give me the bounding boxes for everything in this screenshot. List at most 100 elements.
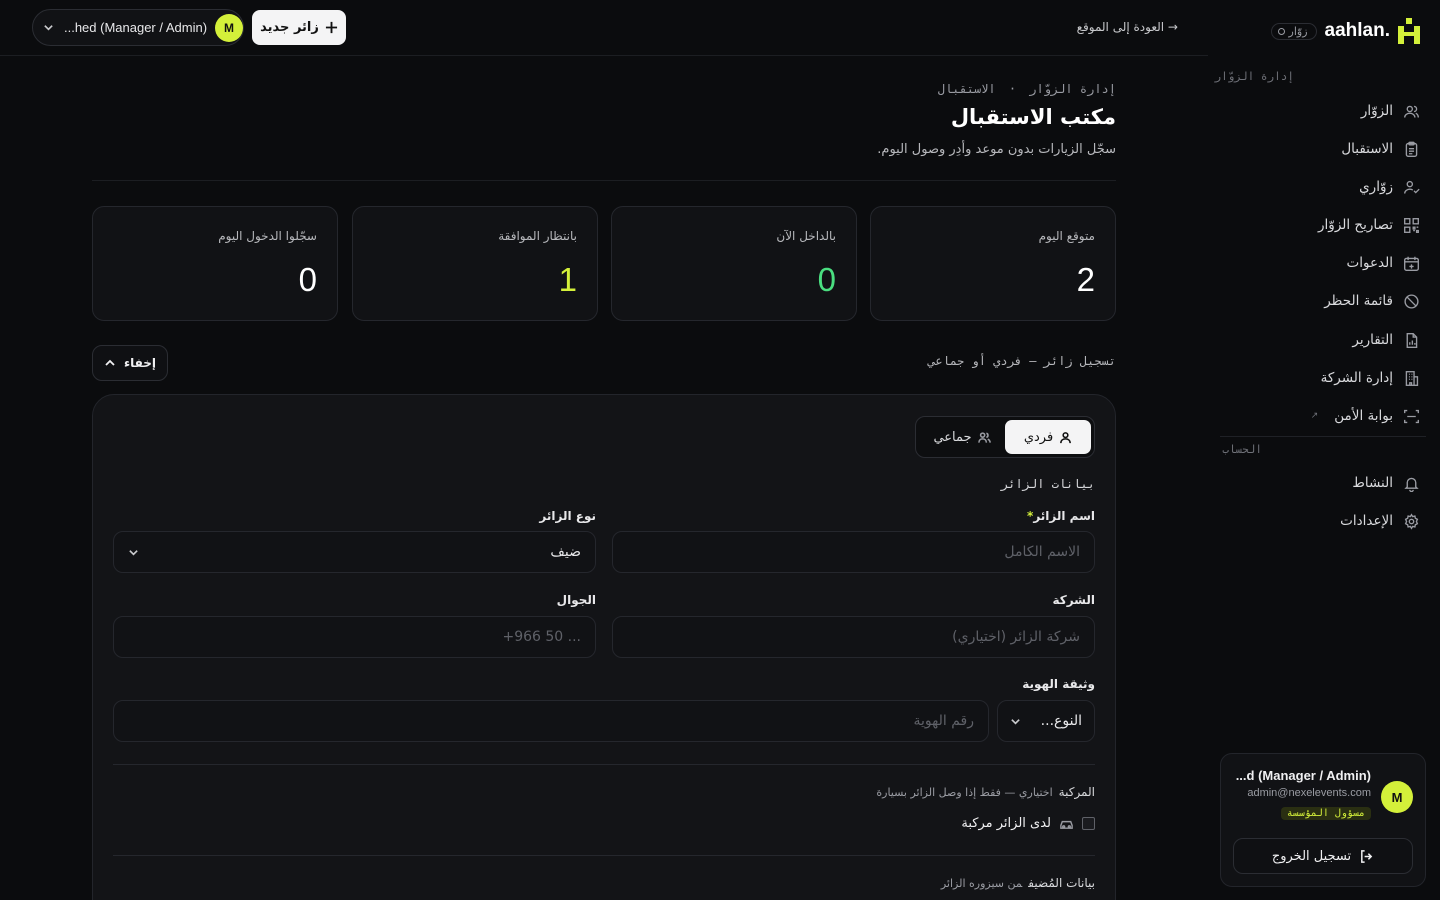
sidebar-item-security-gate[interactable]: بوابة الأمن ↗: [1220, 401, 1420, 431]
hide-label: إخفاء: [123, 356, 157, 370]
breadcrumb: إدارة الزوّار · الاستقبال: [938, 82, 1116, 96]
vehicle-note: اختياري — فقط إذا وصل الزائر بسيارة: [876, 786, 1053, 799]
visitor-name-input[interactable]: الاسم الكامل: [612, 531, 1095, 573]
mobile-placeholder: +966 50 ...: [502, 629, 581, 645]
host-note: من سيزوره الزائر: [940, 877, 1023, 890]
id-document-label: وثيقة الهوية: [1022, 677, 1095, 691]
sidebar-item-label: إدارة الشركة: [1320, 370, 1393, 386]
logout-label: تسجيل الخروج: [1271, 848, 1352, 864]
building-icon: [1405, 370, 1419, 386]
plus-icon: [325, 21, 337, 34]
sidebar-item-reception[interactable]: الاستقبال: [1220, 134, 1420, 164]
visitor-type-select[interactable]: ضيف: [113, 531, 596, 573]
brand-badge: زوّار: [1270, 22, 1317, 40]
sidebar-section-visitors: إدارة الزوّار: [1214, 70, 1294, 83]
host-heading-text: بيانات المُضيف: [1028, 876, 1095, 890]
car-icon: [1060, 820, 1073, 829]
sidebar-item-visitor-passes[interactable]: تصاريح الزوّار: [1220, 210, 1420, 240]
id-number-input[interactable]: رقم الهوية: [113, 700, 989, 742]
mobile-input[interactable]: +966 50 ...: [113, 616, 596, 658]
stat-inside-now: بالداخل الآن 0: [611, 206, 857, 321]
sidebar-item-activity[interactable]: النشاط: [1220, 468, 1420, 498]
sidebar-item-label: الاستقبال: [1341, 141, 1393, 157]
id-type-select[interactable]: النوع...: [997, 700, 1095, 742]
user-menu-name: ...hed (Manager / Admin): [63, 20, 208, 35]
sidebar-item-company[interactable]: إدارة الشركة: [1220, 363, 1420, 393]
breadcrumb-separator: ·: [1008, 82, 1017, 96]
register-form: فردي جماعي بيانات الزائر اسم الزائر* الا…: [92, 394, 1116, 900]
new-visitor-button[interactable]: زائر جديد: [252, 10, 346, 45]
visitor-info-heading: بيانات الزائر: [1001, 477, 1095, 491]
account-name: ...d (Manager / Admin): [1235, 768, 1371, 783]
sidebar-item-label: بوابة الأمن: [1334, 408, 1393, 424]
company-placeholder: شركة الزائر (اختياري): [952, 629, 1080, 645]
breadcrumb-root[interactable]: إدارة الزوّار: [1029, 82, 1116, 96]
visitor-name-label: اسم الزائر*: [1027, 509, 1095, 523]
users-icon: [977, 431, 991, 443]
vehicle-heading-text: المركبة: [1058, 785, 1095, 799]
stat-checked-in-today: سجّلوا الدخول اليوم 0: [92, 206, 338, 321]
stat-value: 0: [298, 261, 317, 298]
stat-label: متوقع اليوم: [1038, 229, 1095, 243]
register-section-label: تسجيل زائر — فردي أو جماعي: [928, 354, 1116, 368]
visitor-name-placeholder: الاسم الكامل: [1004, 544, 1080, 560]
page-subtitle: سجّل الزيارات بدون موعد وأدِر وصول اليوم…: [877, 142, 1116, 157]
tab-group[interactable]: جماعي: [919, 420, 1005, 454]
stat-label: سجّلوا الدخول اليوم: [218, 229, 317, 243]
vehicle-checkbox[interactable]: [1082, 817, 1095, 830]
visitor-type-label: نوع الزائر: [539, 509, 596, 523]
vehicle-checkbox-label: لدى الزائر مركبة: [961, 816, 1051, 831]
user-icon: [1060, 431, 1072, 443]
calendar-plus-icon: [1404, 256, 1419, 271]
company-input[interactable]: شركة الزائر (اختياري): [612, 616, 1095, 658]
sidebar-item-label: التقارير: [1352, 332, 1393, 348]
stat-value: 2: [1076, 261, 1095, 298]
breadcrumb-current: الاستقبال: [937, 82, 996, 96]
stat-value: 1: [558, 261, 577, 298]
new-visitor-label: زائر جديد: [260, 20, 319, 35]
hide-form-button[interactable]: إخفاء: [92, 345, 168, 381]
brand[interactable]: aahlan. زوّار: [1270, 18, 1420, 44]
mobile-label: الجوال: [556, 593, 596, 607]
sidebar-item-settings[interactable]: الإعدادات: [1220, 506, 1420, 536]
logout-button[interactable]: تسجيل الخروج: [1233, 838, 1413, 874]
chevron-down-icon: [1011, 718, 1020, 725]
sidebar-item-label: الإعدادات: [1340, 513, 1393, 529]
sidebar-item-my-visitors[interactable]: زوّاري: [1220, 172, 1420, 202]
sidebar-item-invitations[interactable]: الدعوات: [1220, 248, 1420, 278]
users-icon: [1404, 105, 1419, 118]
bell-icon: [1404, 477, 1419, 492]
sidebar-item-visitors[interactable]: الزوّار: [1220, 96, 1420, 126]
sidebar: aahlan. زوّار إدارة الزوّار الزوّار الاس…: [1208, 0, 1440, 900]
chevron-down-icon: [44, 25, 53, 31]
visitor-type-value: ضيف: [550, 544, 581, 560]
form-divider: [113, 764, 1095, 765]
company-label: الشركة: [1052, 593, 1095, 607]
avatar: M: [1381, 781, 1413, 813]
chevron-up-icon: [105, 359, 115, 366]
sidebar-item-label: الدعوات: [1346, 255, 1393, 271]
avatar: M: [215, 13, 243, 42]
vehicle-checkbox-row[interactable]: لدى الزائر مركبة: [961, 816, 1095, 831]
host-heading: بيانات المُضيف من سيزوره الزائر: [941, 876, 1095, 890]
ban-icon: [1404, 293, 1419, 309]
sidebar-item-label: تصاريح الزوّار: [1318, 217, 1393, 233]
top-bar: → العودة إلى الموقع ...hed (Manager / Ad…: [0, 0, 1208, 56]
back-to-site-link[interactable]: → العودة إلى الموقع: [1077, 20, 1178, 34]
stat-value: 0: [817, 261, 836, 298]
sidebar-item-reports[interactable]: التقارير: [1220, 325, 1420, 355]
stat-label: بالداخل الآن: [776, 229, 836, 243]
scan-icon: [1404, 409, 1419, 423]
tab-individual[interactable]: فردي: [1005, 420, 1091, 454]
external-link-icon: ↗: [1310, 411, 1319, 421]
sidebar-item-blocklist[interactable]: قائمة الحظر: [1220, 286, 1420, 316]
stat-expected-today: متوقع اليوم 2: [870, 206, 1116, 321]
tab-individual-label: فردي: [1023, 429, 1054, 445]
brand-logo-icon: [1398, 18, 1420, 44]
account-email: admin@nexelevents.com: [1247, 787, 1371, 799]
id-type-placeholder: النوع...: [1040, 713, 1082, 729]
header-divider: [92, 180, 1116, 181]
user-menu-button[interactable]: ...hed (Manager / Admin) M: [32, 9, 244, 46]
visitor-mode-toggle: فردي جماعي: [915, 416, 1095, 458]
form-divider: [113, 855, 1095, 856]
